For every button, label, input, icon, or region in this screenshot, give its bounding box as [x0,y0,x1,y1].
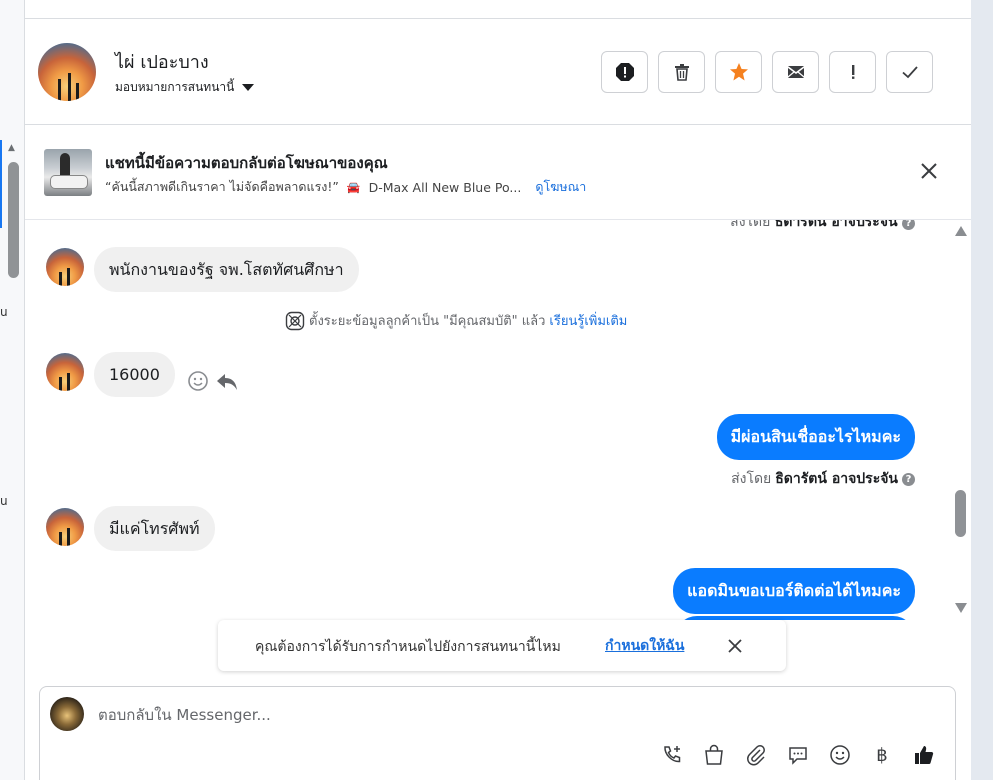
saved-replies-icon [789,747,807,765]
exclamation-icon [851,65,854,79]
mark-spam-button[interactable] [601,51,648,93]
sent-by-note: ส่งโดย ธิดารัตน์ อาจประจัน ? [731,468,915,490]
close-icon[interactable] [726,637,744,655]
sent-by-note: ส่งโดย ธิดารัตน์ อาจประจัน ? [730,220,915,233]
react-emoji-icon[interactable] [187,370,209,392]
attach-file-button[interactable] [744,743,768,767]
emoji-button[interactable] [828,743,852,767]
lead-stage-icon [285,311,305,330]
left-text-fragment: u [0,494,8,508]
shop-button[interactable] [702,743,726,767]
learn-more-link[interactable]: เรียนรู้เพิ่มเติม [549,310,627,331]
mark-unread-button[interactable] [772,51,819,93]
ad-name: D-Max All New Blue Po... [368,179,522,195]
assign-conversation-dropdown[interactable]: มอบหมายการสนทนานี้ [115,78,255,97]
follow-up-button[interactable] [829,51,876,93]
sent-by-label: ส่งโดย [731,471,772,487]
message-composer: ฿ [39,686,956,780]
view-ad-link[interactable]: ดูโฆษณา [535,177,586,197]
contact-avatar-small[interactable] [46,248,84,286]
spam-icon [615,63,634,81]
contact-avatar-small[interactable] [46,508,84,546]
active-indicator [0,140,2,228]
left-scroll-up-icon[interactable]: ▲ [8,143,15,153]
car-icon: 🚘 [346,180,361,194]
trash-icon [674,64,689,81]
assign-to-me-link[interactable]: กำหนดให้ฉัน [605,635,684,657]
incoming-message[interactable]: พนักงานของรัฐ จพ.โสตทัศนศึกษา [94,247,359,292]
ad-reply-banner: แชทนี้มีข้อความตอบกลับต่อโฆษณาของคุณ “คั… [25,125,971,220]
incoming-message[interactable]: มีแค่โทรศัพท์ [94,506,215,551]
contact-name[interactable]: ไผ่ เปอะบาง [115,47,209,76]
header-actions [601,51,933,93]
left-text-fragment: u [0,305,8,319]
toast-text: คุณต้องการได้รับการกำหนดไปยังการสนทนานี้… [255,639,561,655]
message-thread: ส่งโดย ธิดารัตน์ อาจประจัน ? พนักงานของร… [25,220,953,620]
payment-button[interactable]: ฿ [870,743,894,767]
like-button[interactable] [912,743,936,767]
conversation-header: ไผ่ เปอะบาง มอบหมายการสนทนานี้ [25,19,971,125]
message-scrollbar-thumb[interactable] [955,490,966,537]
system-message: ตั้งระยะข้อมูลลูกค้าเป็น "มีคุณสมบัติ" แ… [285,310,627,331]
add-call-icon [664,746,681,763]
scroll-up-icon[interactable] [954,225,968,237]
emoji-icon [830,745,850,765]
ad-banner-title: แชทนี้มีข้อความตอบกลับต่อโฆษณาของคุณ [105,154,388,172]
close-icon[interactable] [918,160,940,182]
saved-replies-button[interactable] [786,743,810,767]
thumbs-up-icon [915,746,934,764]
scroll-down-icon[interactable] [954,602,968,614]
incoming-message[interactable]: 16000 [94,352,175,397]
contact-avatar[interactable] [38,43,96,101]
baht-icon: ฿ [876,744,888,766]
message-hover-tools [187,370,239,392]
sent-by-label: ส่งโดย [730,220,771,230]
composer-tools: ฿ [660,743,936,767]
caret-down-icon [242,84,255,91]
mark-done-button[interactable] [886,51,933,93]
outgoing-message[interactable]: มีผ่อนสินเชื่ออะไรไหมคะ [716,414,915,460]
system-message-text: ตั้งระยะข้อมูลลูกค้าเป็น "มีคุณสมบัติ" แ… [309,314,546,329]
contact-avatar-small[interactable] [46,353,84,391]
left-panel-strip: ▲ u u [0,0,25,780]
star-icon [729,63,748,81]
outgoing-message[interactable]: แอดมินขอเบอร์ติดต่อได้ไหมคะ [673,568,915,614]
assign-label: มอบหมายการสนทนานี้ [115,80,235,94]
star-button[interactable] [715,51,762,93]
reply-icon[interactable] [215,370,239,392]
delete-button[interactable] [658,51,705,93]
ad-quote: “คันนี้สภาพดีเกินราคา ไม่จัดคือพลาดแรง!” [105,179,339,194]
add-call-button[interactable] [660,743,684,767]
assign-prompt-toast: คุณต้องการได้รับการกำหนดไปยังการสนทนานี้… [218,620,786,671]
help-icon[interactable]: ? [902,472,915,486]
sender-name: ธิดารัตน์ อาจประจัน [774,220,898,230]
right-rail [971,0,993,780]
left-scrollbar-thumb[interactable] [8,162,19,278]
help-icon[interactable]: ? [902,220,915,230]
ad-description: “คันนี้สภาพดีเกินราคา ไม่จัดคือพลาดแรง!”… [105,177,586,197]
sender-name: ธิดารัตน์ อาจประจัน [775,471,898,487]
ad-thumbnail[interactable] [44,149,92,196]
envelope-icon [787,66,804,78]
page-avatar[interactable] [50,697,84,731]
reply-input[interactable] [98,703,798,727]
checkmark-icon [901,66,918,79]
paperclip-icon [747,745,765,766]
shopping-bag-icon [705,744,723,765]
